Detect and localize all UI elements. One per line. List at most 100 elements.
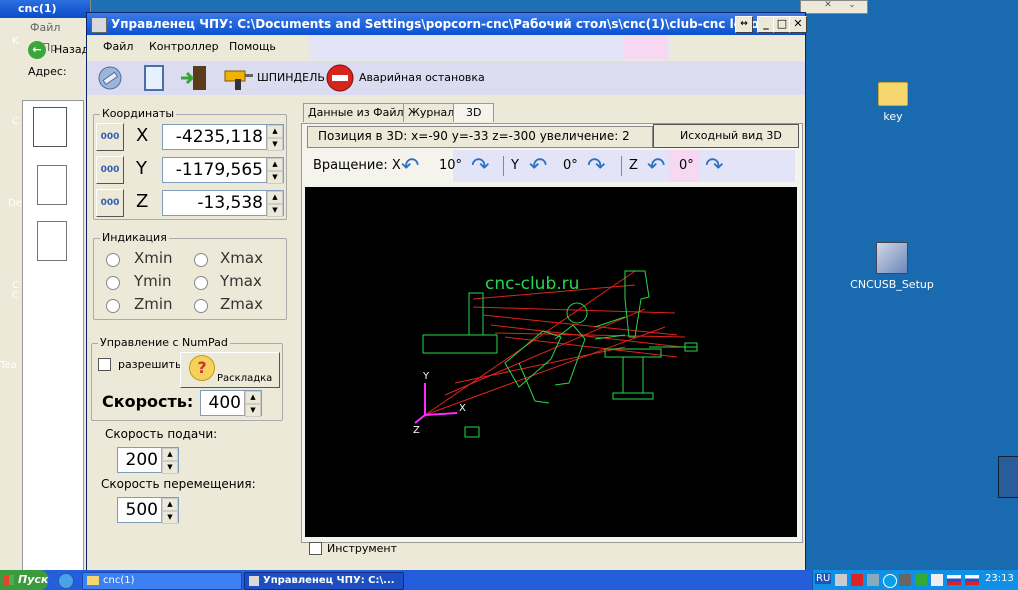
rotate-y-ccw-icon[interactable]: ↶ (529, 154, 547, 179)
spin-down-icon[interactable]: ▼ (245, 404, 261, 417)
spin-down-icon[interactable]: ▼ (162, 461, 178, 474)
flag-icon[interactable] (947, 575, 961, 585)
usb-icon[interactable] (867, 574, 879, 586)
menubar-highlight (309, 35, 669, 59)
spin-up-icon[interactable]: ▲ (162, 448, 178, 461)
spin-down-icon[interactable]: ▼ (267, 138, 283, 151)
x-spinner[interactable]: ▲ ▼ (266, 125, 283, 151)
move-speed-field[interactable]: 500 ▲ ▼ (117, 497, 179, 524)
folder-icon (878, 82, 908, 106)
edge-app-icon[interactable] (998, 456, 1018, 498)
speed-field[interactable]: 400 ▲ ▼ (200, 390, 262, 417)
zero-x-button[interactable]: 000 (96, 123, 124, 151)
skype-icon[interactable] (883, 574, 897, 588)
tab-3d[interactable]: 3D (453, 103, 495, 122)
desktop-icon-cncusb-setup[interactable]: CNCUSB_Setup (847, 242, 937, 291)
app-titlebar[interactable]: Управленец ЧПУ: C:\Documents and Setting… (87, 13, 807, 35)
axis-gizmo-x-label: X (459, 403, 466, 414)
rotation-row: Вращение: X ↶ 10° ↷ Y ↶ 0° ↷ Z ↶ 0° ↷ (305, 150, 795, 182)
back-button-label[interactable]: Назад (54, 43, 89, 56)
speed-value: 400 (208, 393, 241, 413)
z-spinner[interactable]: ▲ ▼ (266, 191, 283, 217)
edge-text: C (12, 290, 19, 301)
clock[interactable]: 23:13 (985, 573, 1014, 584)
xmax-indicator (194, 253, 208, 267)
spin-up-icon[interactable]: ▲ (267, 125, 283, 138)
speed-label: Скорость: (102, 392, 194, 411)
close-button[interactable]: ✕ (789, 16, 807, 33)
zero-y-button[interactable]: 000 (96, 156, 124, 184)
calendar-icon[interactable] (33, 107, 67, 147)
move-spinner[interactable]: ▲ ▼ (161, 498, 178, 524)
allow-numpad-checkbox[interactable] (98, 358, 111, 371)
resize-arrows-icon[interactable]: ↔ (735, 16, 753, 33)
tool-checkbox-label[interactable]: Инструмент (327, 542, 397, 555)
spin-down-icon[interactable]: ▼ (267, 171, 283, 184)
reset-view-3d-button[interactable]: Исходный вид 3D (653, 124, 799, 148)
toolpath-3d-canvas[interactable]: cnc-club.ru Y X Z (305, 187, 797, 537)
gear-file-icon[interactable] (37, 165, 67, 205)
speed-spinner[interactable]: ▲ ▼ (244, 391, 261, 417)
feed-speed-field[interactable]: 200 ▲ ▼ (117, 447, 179, 474)
tab-file-data[interactable]: Данные из Файла (303, 103, 416, 122)
taskbar-item-explorer[interactable]: cnc(1) (82, 572, 242, 590)
quicklaunch-ie-icon[interactable] (58, 573, 74, 589)
tab-log[interactable]: Журнал (403, 103, 460, 122)
explorer-menu: Файл Пр (0, 18, 90, 54)
back-icon[interactable]: ← (28, 41, 46, 59)
exit-door-icon[interactable] (179, 63, 209, 93)
menu-file[interactable]: Файл (103, 40, 133, 53)
feed-speed-value: 200 (125, 450, 158, 470)
spindle-label[interactable]: ШПИНДЕЛЬ (257, 71, 325, 84)
feed-spinner[interactable]: ▲ ▼ (161, 448, 178, 474)
bg-window-chevron-icon[interactable]: ⌄ (844, 0, 860, 10)
x-coordinate-field[interactable]: -4235,118 ▲ ▼ (162, 124, 284, 151)
ymin-label: Ymin (134, 272, 172, 290)
z-coordinate-field[interactable]: -13,538 ▲ ▼ (162, 190, 284, 217)
spin-down-icon[interactable]: ▼ (162, 511, 178, 524)
spin-up-icon[interactable]: ▲ (267, 158, 283, 171)
tool-checkbox[interactable] (309, 542, 322, 555)
app-toolbar: ШПИНДЕЛЬ Аварийная остановка (87, 61, 805, 95)
edge-text: K (12, 36, 19, 47)
antivirus-icon[interactable] (851, 574, 863, 586)
explorer-menu-file[interactable]: Файл (30, 21, 60, 34)
explorer-address: Адрес: (28, 65, 67, 78)
menu-controller[interactable]: Контроллер (149, 40, 219, 53)
rotate-y-cw-icon[interactable]: ↷ (587, 154, 605, 179)
rotate-z-cw-icon[interactable]: ↷ (705, 154, 723, 179)
rotation-x-value: 10° (439, 158, 463, 173)
connect-plug-icon[interactable] (95, 63, 125, 93)
network-icon[interactable] (835, 574, 847, 586)
spindle-drill-icon[interactable] (223, 63, 253, 93)
desktop-icon-key[interactable]: key (848, 82, 938, 123)
zero-z-button[interactable]: 000 (96, 189, 124, 217)
question-icon: ? (189, 355, 215, 381)
volume-icon[interactable] (931, 574, 943, 586)
y-coordinate-field[interactable]: -1179,565 ▲ ▼ (162, 157, 284, 184)
menu-help[interactable]: Помощь (229, 40, 276, 53)
z-coordinate-value: -13,538 (197, 193, 263, 213)
spin-up-icon[interactable]: ▲ (267, 191, 283, 204)
allow-numpad-label[interactable]: разрешить (118, 358, 181, 371)
rotate-x-cw-icon[interactable]: ↷ (471, 154, 489, 179)
emergency-stop-icon[interactable] (325, 63, 355, 93)
y-spinner[interactable]: ▲ ▼ (266, 158, 283, 184)
utility-icon[interactable] (899, 574, 911, 586)
bg-window-close-icon[interactable]: ✕ (820, 0, 836, 10)
spin-up-icon[interactable]: ▲ (245, 391, 261, 404)
spin-down-icon[interactable]: ▼ (267, 204, 283, 217)
taskbar-item-cnc[interactable]: Управленец ЧПУ: C:\... (244, 572, 404, 590)
open-file-icon[interactable] (139, 63, 169, 93)
rotate-z-ccw-icon[interactable]: ↶ (647, 154, 665, 179)
spin-up-icon[interactable]: ▲ (162, 498, 178, 511)
zmin-indicator (106, 299, 120, 313)
language-indicator[interactable]: RU (815, 573, 832, 584)
emergency-stop-label[interactable]: Аварийная остановка (359, 71, 485, 84)
start-button[interactable]: Пуск (0, 570, 48, 590)
security-icon[interactable] (915, 574, 927, 586)
layout-button[interactable]: ? Раскладка (180, 352, 280, 388)
flag-icon[interactable] (965, 575, 979, 585)
rotate-x-ccw-icon[interactable]: ↶ (401, 154, 419, 179)
gear-file-icon[interactable] (37, 221, 67, 261)
